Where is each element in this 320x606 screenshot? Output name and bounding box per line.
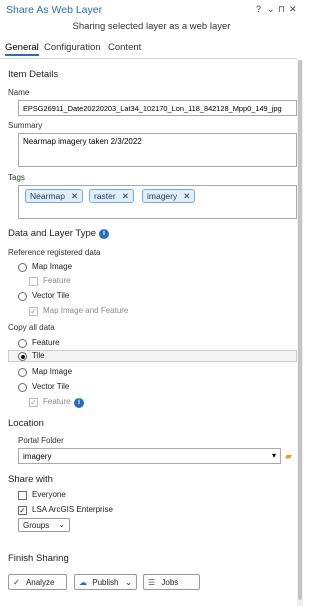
item-details-heading: Item Details <box>8 69 59 80</box>
tag-remove-icon[interactable]: ✕ <box>71 191 78 201</box>
summary-label: Summary <box>8 121 43 130</box>
portal-folder-label: Portal Folder <box>18 436 64 445</box>
feature-info-icon[interactable]: i <box>74 398 84 408</box>
pin-icon[interactable]: ⊓ <box>278 4 285 15</box>
close-icon[interactable]: ✕ <box>289 4 297 15</box>
copy-vector-tile-radio[interactable] <box>18 383 27 392</box>
groups-label: Groups <box>23 521 50 530</box>
copy-feature-radio[interactable] <box>18 339 27 348</box>
tag-chip: imagery ✕ <box>142 189 196 203</box>
finish-heading: Finish Sharing <box>8 553 69 564</box>
ref-map-image-label: Map Image <box>32 262 73 271</box>
portal-folder-value: imagery <box>23 452 52 461</box>
copy-tile-radio[interactable] <box>18 352 27 361</box>
menu-chevron-icon[interactable]: ⌄ <box>267 4 275 15</box>
publish-menu-chevron-icon[interactable]: ⌄ <box>125 578 132 587</box>
copy-feature-sub-label: Feature <box>43 397 71 406</box>
location-heading: Location <box>8 418 44 429</box>
publish-label: Publish <box>92 578 119 587</box>
copy-vector-tile-label: Vector Tile <box>32 382 70 391</box>
tags-label: Tags <box>8 173 25 182</box>
summary-textarea[interactable]: Nearmap imagery taken 2/3/2022 <box>18 133 297 167</box>
dropdown-arrow-icon: ▾ <box>271 451 276 460</box>
copy-map-image-radio[interactable] <box>18 368 27 377</box>
share-with-heading: Share with <box>8 474 53 485</box>
portal-folder-select[interactable]: imagery ▾ <box>18 448 281 464</box>
name-input[interactable]: EPSG26911_Date20220203_Lat34_102170_Lon_… <box>18 100 297 116</box>
everyone-label: Everyone <box>32 490 66 499</box>
jobs-label: Jobs <box>161 578 179 587</box>
groups-chevron-icon: ⌄ <box>58 520 65 529</box>
org-label: LSA ArcGIS Enterprise <box>32 505 113 514</box>
ref-feature-label: Feature <box>43 276 71 285</box>
tag-remove-icon[interactable]: ✕ <box>183 191 190 201</box>
ref-map-image-feature-checkbox[interactable]: ✓ <box>29 307 38 316</box>
tab-general[interactable]: General <box>5 42 39 56</box>
tile-row-highlight[interactable] <box>8 350 297 362</box>
tag-remove-icon[interactable]: ✕ <box>122 191 129 201</box>
window-title: Share As Web Layer <box>6 4 103 16</box>
window-titlebar: Share As Web Layer ? ⌄ ⊓ ✕ <box>0 0 303 20</box>
tag-chip: Nearmap ✕ <box>25 189 84 203</box>
copy-label: Copy all data <box>8 323 55 332</box>
ref-feature-checkbox[interactable] <box>29 277 38 286</box>
data-layer-heading: Data and Layer Type <box>8 228 97 239</box>
ref-map-image-feature-label: Map Image and Feature <box>43 306 129 315</box>
analyze-label: Analyze <box>25 578 55 587</box>
scrollbar-thumb[interactable] <box>298 60 302 600</box>
cloud-icon: ☁ <box>79 578 87 587</box>
tab-configuration[interactable]: Configuration <box>44 42 101 53</box>
everyone-checkbox[interactable] <box>18 491 27 500</box>
tab-content[interactable]: Content <box>108 42 141 53</box>
tag-label: raster <box>94 191 116 201</box>
ref-map-image-radio[interactable] <box>18 263 27 272</box>
tab-divider <box>0 58 297 59</box>
copy-tile-label: Tile <box>32 351 45 360</box>
help-icon[interactable]: ? <box>256 4 261 14</box>
info-icon[interactable]: i <box>99 229 109 239</box>
copy-map-image-label: Map Image <box>32 367 73 376</box>
ref-vector-tile-label: Vector Tile <box>32 291 70 300</box>
reference-label: Reference registered data <box>8 248 101 257</box>
copy-feature-checkbox[interactable]: ✓ <box>29 398 38 407</box>
ref-vector-tile-radio[interactable] <box>18 292 27 301</box>
copy-feature-label: Feature <box>32 338 60 347</box>
analyze-check-icon: ✓ <box>13 578 20 587</box>
org-checkbox[interactable]: ✓ <box>18 506 27 515</box>
tag-label: imagery <box>147 191 178 201</box>
tab-bar: General Configuration Content <box>0 42 303 58</box>
publish-button[interactable]: ☁ Publish ⌄ <box>74 574 137 590</box>
jobs-icon: ☰ <box>148 578 156 587</box>
name-label: Name <box>8 88 30 97</box>
pane-subtitle: Sharing selected layer as a web layer <box>72 21 231 32</box>
groups-dropdown[interactable]: Groups ⌄ <box>18 518 70 532</box>
analyze-button[interactable]: ✓ Analyze <box>8 574 67 590</box>
tag-chip: raster ✕ <box>89 189 134 203</box>
jobs-button[interactable]: ☰ Jobs <box>143 574 200 590</box>
folder-icon[interactable]: ▰ <box>285 451 292 462</box>
tag-label: Nearmap <box>30 191 65 201</box>
